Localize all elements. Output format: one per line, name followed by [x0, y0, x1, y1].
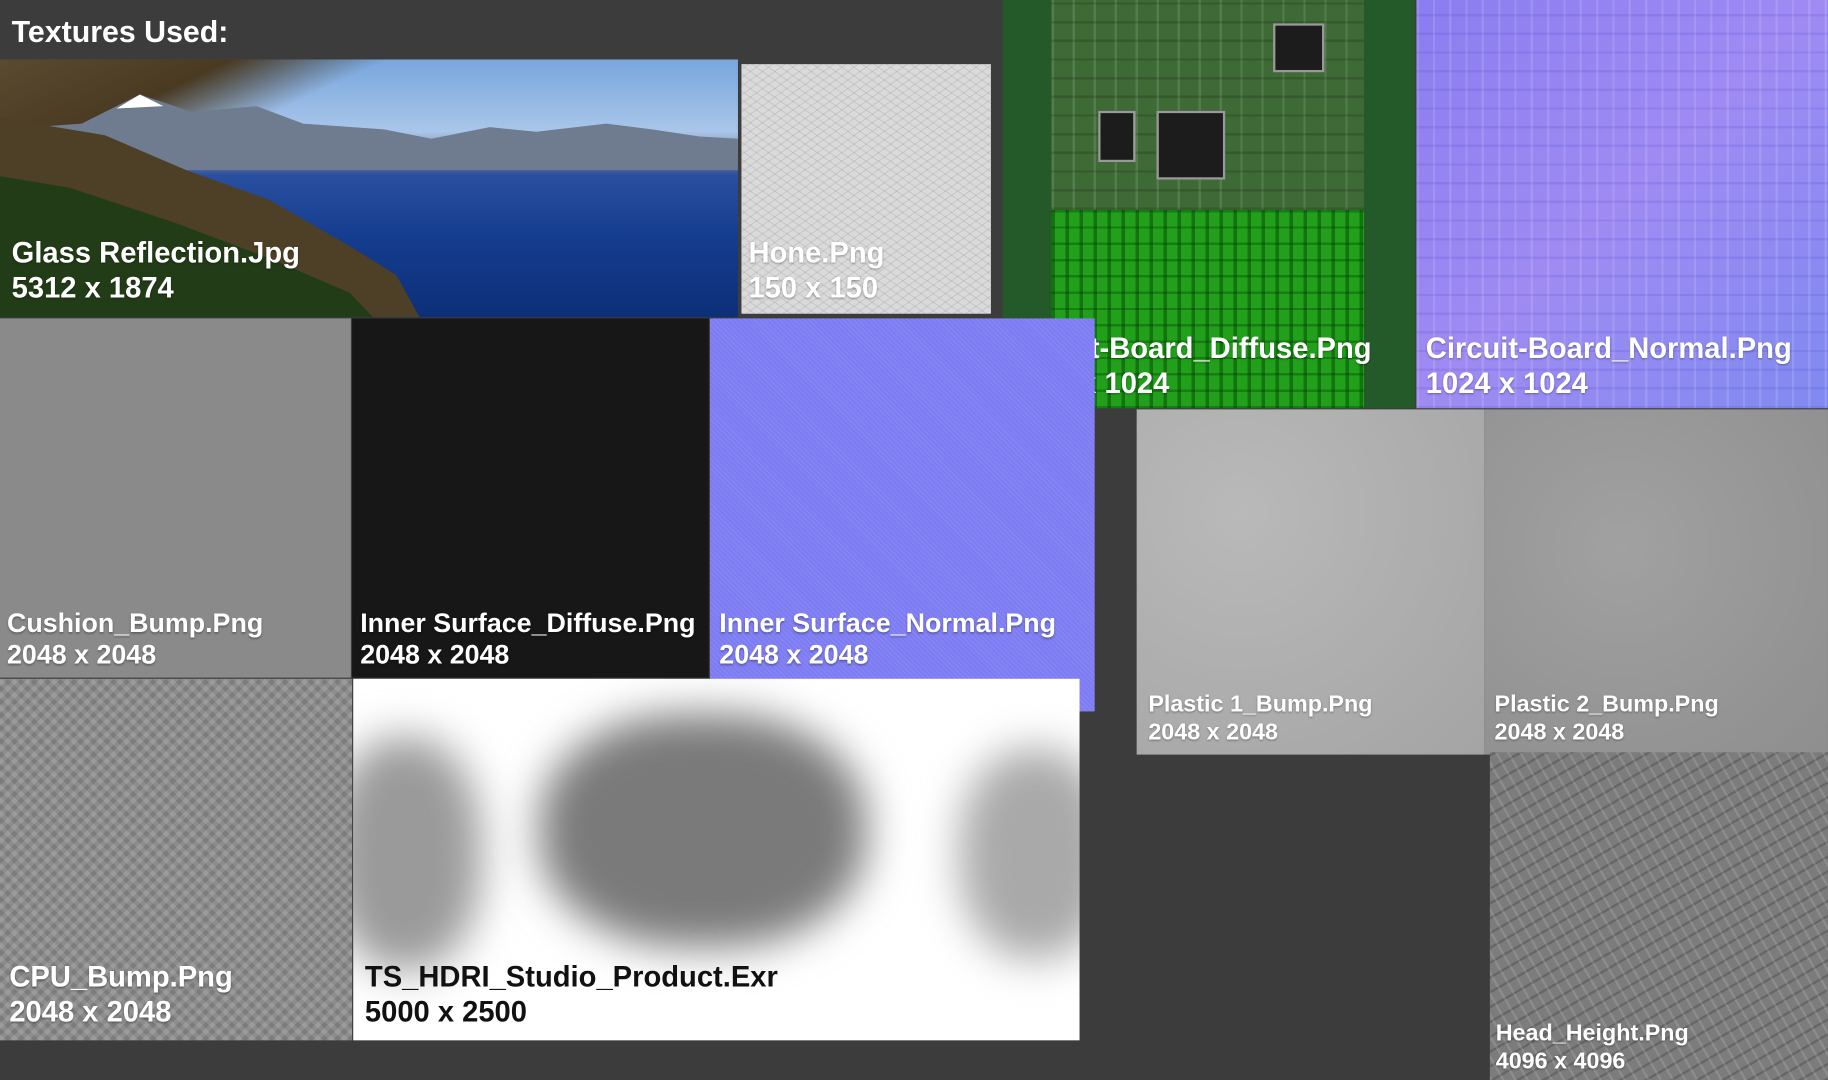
- texture-label: Circuit-Board_Normal.Png 1024 x 1024: [1426, 332, 1792, 401]
- texture-name: Cushion_Bump.Png: [6, 607, 264, 638]
- texture-name: Inner Surface_Diffuse.Png: [360, 607, 696, 638]
- texture-label: Head_Height.Png 4096 x 4096: [1496, 1021, 1689, 1076]
- texture-label: Inner Surface_Normal.Png 2048 x 2048: [719, 608, 1056, 671]
- texture-size: 2048 x 2048: [719, 639, 869, 670]
- head-height-texture: Head_Height.Png 4096 x 4096: [1489, 752, 1828, 1080]
- page-title: Textures Used:: [11, 13, 229, 49]
- texture-name: Plastic 1_Bump.Png: [1148, 691, 1373, 718]
- texture-name: Head_Height.Png: [1495, 1020, 1689, 1047]
- texture-label: CPU_Bump.Png 2048 x 2048: [9, 961, 232, 1030]
- texture-name: Hone.Png: [748, 236, 885, 270]
- texture-label: Hone.Png 150 x 150: [748, 237, 884, 306]
- texture-label: Glass Reflection.Jpg 5312 x 1874: [12, 237, 300, 306]
- texture-size: 1024 x 1024: [1425, 366, 1588, 400]
- texture-size: 2048 x 2048: [6, 639, 157, 670]
- texture-name: Glass Reflection.Jpg: [11, 236, 300, 270]
- texture-size: 5000 x 2500: [364, 995, 527, 1029]
- texture-name: Inner Surface_Normal.Png: [719, 607, 1057, 638]
- texture-name: TS_HDRI_Studio_Product.Exr: [364, 961, 778, 994]
- circuit-board-normal-texture: Circuit-Board_Normal.Png 1024 x 1024: [1416, 0, 1828, 409]
- texture-name: CPU_Bump.Png: [9, 961, 233, 994]
- plastic-2-bump-texture: Plastic 2_Bump.Png 2048 x 2048: [1484, 409, 1828, 755]
- texture-size: 2048 x 2048: [1148, 719, 1278, 745]
- inner-surface-normal-texture: Inner Surface_Normal.Png 2048 x 2048: [709, 318, 1095, 712]
- hone-texture: Hone.Png 150 x 150: [741, 64, 991, 314]
- texture-label: Cushion_Bump.Png 2048 x 2048: [7, 608, 263, 671]
- texture-size: 2048 x 2048: [9, 995, 172, 1029]
- cushion-bump-texture: Cushion_Bump.Png 2048 x 2048: [0, 318, 351, 678]
- texture-size: 150 x 150: [748, 271, 879, 304]
- inner-surface-diffuse-texture: Inner Surface_Diffuse.Png 2048 x 2048: [352, 318, 709, 678]
- texture-label: Plastic 2_Bump.Png 2048 x 2048: [1495, 692, 1719, 747]
- plastic-1-bump-texture: Plastic 1_Bump.Png 2048 x 2048: [1136, 409, 1485, 755]
- texture-label: Plastic 1_Bump.Png 2048 x 2048: [1148, 692, 1372, 747]
- texture-label: Inner Surface_Diffuse.Png 2048 x 2048: [360, 608, 695, 671]
- texture-size: 2048 x 2048: [1494, 719, 1625, 745]
- cpu-bump-texture: CPU_Bump.Png 2048 x 2048: [0, 678, 353, 1041]
- texture-board: Textures Used: Glass Reflection.Jpg 5312…: [0, 0, 1828, 1080]
- glass-reflection-texture: Glass Reflection.Jpg 5312 x 1874: [0, 59, 738, 318]
- texture-size: 2048 x 2048: [360, 639, 510, 670]
- texture-name: Plastic 2_Bump.Png: [1494, 691, 1719, 718]
- texture-label: TS_HDRI_Studio_Product.Exr 5000 x 2500: [365, 961, 778, 1030]
- texture-size: 4096 x 4096: [1495, 1048, 1626, 1074]
- circuit-board-photo: [1051, 0, 1364, 210]
- texture-name: Circuit-Board_Normal.Png: [1425, 332, 1792, 366]
- hdri-studio-texture: TS_HDRI_Studio_Product.Exr 5000 x 2500: [353, 678, 1080, 1041]
- texture-size: 5312 x 1874: [11, 271, 174, 304]
